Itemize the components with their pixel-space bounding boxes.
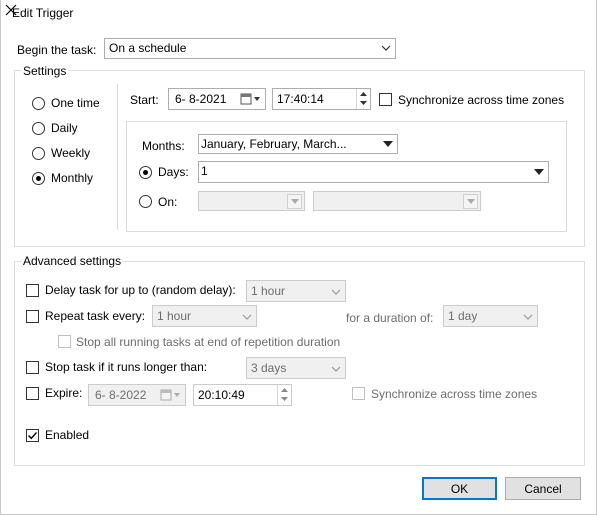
radio-daily[interactable] — [32, 122, 45, 135]
start-time-value: 17:40:14 — [277, 92, 324, 106]
radio-weekly[interactable] — [32, 147, 45, 160]
stop-task-checkbox[interactable] — [26, 361, 39, 374]
chevron-down-icon — [463, 194, 478, 209]
chevron-down-icon — [329, 362, 343, 376]
delay-task-checkbox[interactable] — [26, 284, 39, 297]
chevron-down-icon — [240, 310, 254, 324]
radio-one-time[interactable] — [32, 97, 45, 110]
months-value: January, February, March... — [201, 137, 347, 151]
days-select[interactable]: 1 — [198, 161, 549, 183]
repeat-task-checkbox[interactable] — [26, 310, 39, 323]
radio-monthly[interactable] — [32, 172, 45, 185]
chevron-down-icon — [379, 41, 393, 55]
radio-monthly-label: Monthly — [51, 171, 94, 185]
delay-task-value: 1 hour — [251, 284, 286, 298]
on-week-select[interactable] — [198, 191, 305, 211]
time-spin-buttons[interactable] — [277, 385, 291, 405]
sync-timezones-label: Synchronize across time zones — [398, 93, 565, 107]
start-label: Start: — [130, 93, 159, 107]
expire-date-value: 6- 8-2022 — [95, 388, 147, 402]
stop-task-select[interactable]: 3 days — [246, 357, 346, 379]
ok-button[interactable]: OK — [422, 477, 497, 500]
repeat-task-select[interactable]: 1 hour — [152, 305, 257, 327]
radio-days[interactable] — [139, 166, 152, 179]
on-label: On: — [158, 195, 178, 209]
spin-down-icon — [278, 394, 291, 403]
radio-selected-dot — [36, 176, 41, 181]
spin-down-icon — [357, 98, 370, 107]
calendar-icon — [160, 388, 182, 402]
expire-label: Expire: — [45, 386, 83, 400]
duration-value: 1 day — [448, 309, 478, 323]
chevron-down-icon — [381, 137, 395, 151]
advanced-settings-legend: Advanced settings — [21, 254, 124, 268]
settings-divider — [117, 84, 118, 230]
chevron-down-icon — [287, 194, 302, 209]
window-border-left — [0, 0, 1, 515]
begin-task-value: On a schedule — [109, 41, 187, 55]
delay-task-label: Delay task for up to (random delay): — [45, 283, 236, 297]
days-value: 1 — [201, 164, 208, 178]
radio-selected-dot — [143, 170, 148, 175]
stop-running-tasks-checkbox[interactable] — [58, 335, 71, 348]
stop-task-label: Stop task if it runs longer than: — [45, 360, 208, 374]
radio-weekly-label: Weekly — [51, 146, 91, 160]
chevron-down-icon — [329, 285, 343, 299]
months-label: Months: — [142, 139, 185, 153]
enabled-label: Enabled — [45, 428, 90, 442]
repeat-task-label: Repeat task every: — [45, 309, 146, 323]
expire-sync-checkbox[interactable] — [352, 387, 365, 400]
months-select[interactable]: January, February, March... — [198, 134, 398, 154]
radio-one-time-label: One time — [51, 96, 100, 110]
settings-legend: Settings — [21, 64, 69, 78]
start-date-value: 6- 8-2021 — [175, 92, 227, 106]
stop-task-value: 3 days — [251, 361, 287, 375]
sync-timezones-checkbox[interactable] — [379, 93, 392, 106]
stop-running-tasks-label: Stop all running tasks at end of repetit… — [76, 335, 341, 349]
checkmark-icon — [28, 432, 38, 440]
radio-on[interactable] — [139, 195, 152, 208]
duration-select[interactable]: 1 day — [443, 305, 538, 327]
begin-task-select[interactable]: On a schedule — [104, 38, 396, 59]
delay-task-select[interactable]: 1 hour — [246, 280, 346, 302]
days-label: Days: — [158, 165, 189, 179]
start-date-picker[interactable]: 6- 8-2021 — [168, 88, 266, 110]
on-weekday-select[interactable] — [313, 191, 481, 211]
start-time-spinner[interactable]: 17:40:14 — [272, 88, 371, 110]
window-title: Edit Trigger — [12, 6, 74, 20]
radio-daily-label: Daily — [51, 121, 78, 135]
expire-date-picker[interactable]: 6- 8-2022 — [88, 384, 186, 406]
calendar-icon — [240, 92, 262, 106]
enabled-checkbox[interactable] — [26, 429, 39, 442]
chevron-down-icon — [521, 310, 535, 324]
spin-up-icon — [278, 385, 291, 394]
expire-time-spinner[interactable]: 20:10:49 — [193, 384, 292, 406]
expire-sync-label: Synchronize across time zones — [371, 387, 538, 401]
cancel-button[interactable]: Cancel — [505, 477, 581, 500]
spin-up-icon — [357, 89, 370, 98]
repeat-task-value: 1 hour — [157, 309, 192, 323]
begin-task-label: Begin the task: — [17, 43, 97, 57]
expire-time-value: 20:10:49 — [198, 388, 245, 402]
time-spin-buttons[interactable] — [356, 89, 370, 109]
expire-checkbox[interactable] — [26, 387, 39, 400]
duration-label: for a duration of: — [346, 311, 434, 325]
chevron-down-icon — [532, 165, 546, 179]
